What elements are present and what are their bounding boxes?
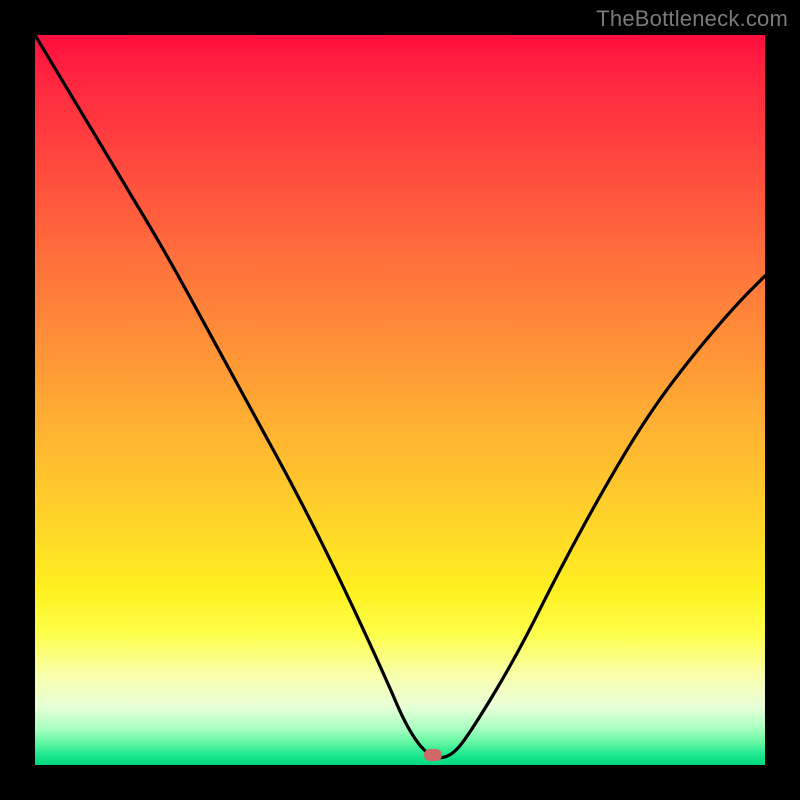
optimal-point-marker (424, 749, 442, 761)
plot-area (35, 35, 765, 765)
bottleneck-curve (35, 35, 765, 765)
chart-frame: TheBottleneck.com (0, 0, 800, 800)
watermark-text: TheBottleneck.com (596, 6, 788, 32)
